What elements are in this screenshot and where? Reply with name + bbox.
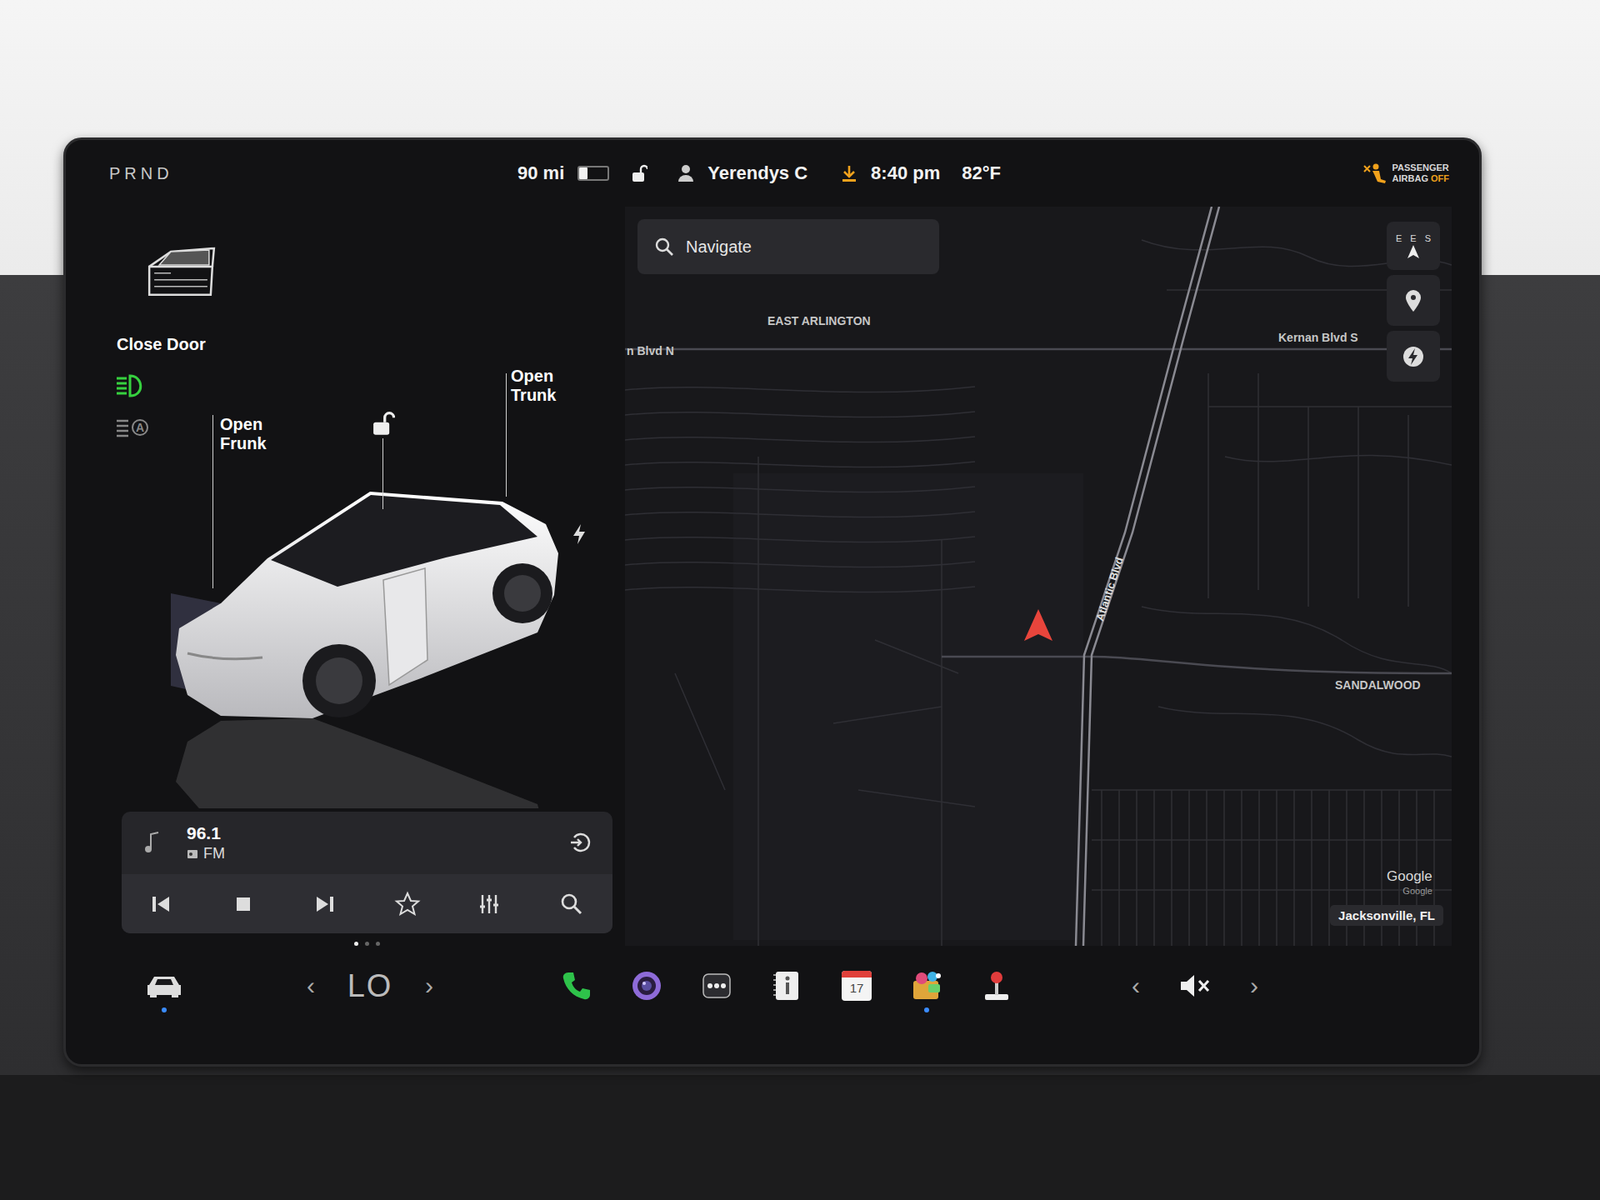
compass-button[interactable]: EES bbox=[1386, 221, 1440, 270]
search-icon bbox=[654, 236, 675, 257]
volume-down-button[interactable]: ‹ bbox=[1128, 973, 1144, 999]
charger-button[interactable] bbox=[1386, 330, 1440, 382]
toybox-icon bbox=[910, 969, 944, 1003]
temp-up-button[interactable]: › bbox=[421, 973, 437, 999]
lock-icon[interactable] bbox=[630, 164, 648, 183]
airbag-indicator: PASSENGERAIRBAG OFF bbox=[1362, 162, 1450, 185]
media-player: 96.1 FM bbox=[121, 811, 613, 934]
car-icon bbox=[145, 973, 183, 999]
car-door-icon[interactable] bbox=[145, 245, 218, 300]
app-button[interactable] bbox=[903, 962, 950, 1010]
climate-control: ‹ LO › bbox=[303, 962, 437, 1010]
pin-icon bbox=[1404, 289, 1423, 313]
temperature-text: 82°F bbox=[961, 162, 1001, 185]
equalizer-icon[interactable] bbox=[475, 890, 504, 919]
location-badge: Jacksonville, FL bbox=[1330, 905, 1444, 926]
high-beam-icon bbox=[115, 416, 132, 439]
previous-icon[interactable] bbox=[146, 890, 175, 919]
app-button[interactable] bbox=[763, 962, 810, 1010]
camera-icon bbox=[630, 969, 664, 1003]
map[interactable]: Navigate EAST ARLINGTON n Blvd N Kernan Blv… bbox=[625, 206, 1452, 946]
page-dot[interactable] bbox=[375, 941, 380, 946]
navigate-search[interactable]: Navigate bbox=[637, 219, 940, 275]
vehicle-area: AOpen FrunkOpen Trunk bbox=[65, 373, 625, 805]
user-icon[interactable] bbox=[677, 164, 695, 183]
airbag-icon bbox=[1362, 162, 1388, 185]
next-icon[interactable] bbox=[310, 890, 340, 919]
app-button[interactable] bbox=[973, 962, 1020, 1010]
page-dots bbox=[121, 941, 613, 946]
map-label: n Blvd N bbox=[626, 343, 675, 359]
car-button[interactable] bbox=[145, 962, 184, 1010]
charge-port-icon[interactable] bbox=[570, 523, 588, 545]
map-label: Kernan Blvd S bbox=[1278, 330, 1359, 345]
touch-screen: PRND90 mi Yerendys C 8:40 pm 82°F PASSENGERA… bbox=[63, 137, 1482, 1067]
page-dot[interactable] bbox=[365, 941, 370, 946]
car-lock-icon[interactable] bbox=[370, 410, 395, 436]
photo-backdrop: PRND90 mi Yerendys C 8:40 pm 82°F PASSENGERA… bbox=[0, 0, 1600, 1200]
star-icon[interactable] bbox=[393, 890, 422, 919]
speaker-muted-icon[interactable] bbox=[1178, 971, 1212, 1000]
map-label: SANDALWOOD bbox=[1335, 677, 1421, 693]
open-trunk-button[interactable]: Open Trunk bbox=[510, 366, 556, 405]
more-apps-icon bbox=[700, 969, 734, 1003]
position-arrow-icon bbox=[1022, 607, 1055, 643]
dock: ‹LO›17‹› bbox=[65, 945, 1480, 1065]
app-button[interactable] bbox=[623, 962, 670, 1010]
map-label: EAST ARLINGTON bbox=[767, 313, 871, 329]
temp-down-button[interactable]: ‹ bbox=[303, 973, 319, 999]
station-info: 96.1 FM bbox=[186, 822, 225, 863]
phone-icon bbox=[560, 969, 594, 1003]
close-door-button[interactable]: Close Door bbox=[116, 334, 625, 355]
open-frunk-button[interactable]: Open Frunk bbox=[220, 415, 267, 454]
headlight-icon[interactable] bbox=[115, 373, 147, 399]
volume-control: ‹› bbox=[1128, 962, 1262, 1010]
airbag-text: PASSENGERAIRBAG OFF bbox=[1392, 162, 1450, 185]
page-dot[interactable] bbox=[354, 941, 359, 946]
battery-icon bbox=[577, 165, 610, 181]
pin-button[interactable] bbox=[1386, 275, 1440, 326]
volume-up-button[interactable]: › bbox=[1246, 973, 1262, 999]
gear-indicator: PRND bbox=[109, 164, 518, 184]
media-controls bbox=[121, 874, 613, 934]
auto-high-beam-button[interactable]: A bbox=[115, 415, 149, 440]
manual-icon bbox=[770, 969, 804, 1003]
driver-name[interactable]: Yerendys C bbox=[707, 162, 808, 185]
app-button[interactable] bbox=[693, 962, 740, 1010]
car-model-icon bbox=[170, 486, 559, 809]
status-group: 90 mi Yerendys C 8:40 pm 82°F bbox=[517, 162, 1001, 185]
calendar-icon: 17 bbox=[841, 970, 872, 1001]
download-icon[interactable] bbox=[840, 164, 858, 183]
charger-icon bbox=[1401, 345, 1425, 369]
light-controls: A bbox=[65, 373, 149, 805]
search-icon[interactable] bbox=[557, 890, 586, 919]
app-button[interactable] bbox=[553, 962, 600, 1010]
map-roads bbox=[625, 206, 1452, 946]
music-note-icon bbox=[143, 830, 164, 855]
car-panel: Close DoorAOpen FrunkOpen Trunk96.1 FM bbox=[65, 206, 625, 946]
clock-text: 8:40 pm bbox=[870, 162, 940, 185]
now-playing[interactable]: 96.1 FM bbox=[121, 811, 613, 875]
map-attribution: GoogleGoogle bbox=[1386, 868, 1433, 897]
car-diagram: Open FrunkOpen Trunk bbox=[148, 373, 625, 805]
range-text: 90 mi bbox=[517, 162, 565, 185]
map-controls: EES bbox=[1386, 221, 1440, 382]
radio-icon bbox=[186, 847, 199, 860]
stop-icon[interactable] bbox=[229, 890, 258, 919]
app-button[interactable]: 17 bbox=[833, 962, 880, 1010]
main-area: Close DoorAOpen FrunkOpen Trunk96.1 FMNa… bbox=[65, 206, 1480, 946]
status-bar: PRND90 mi Yerendys C 8:40 pm 82°F PASSENGERA… bbox=[65, 140, 1480, 207]
cabin-temperature[interactable]: LO bbox=[347, 968, 394, 1005]
joystick-icon bbox=[980, 969, 1014, 1003]
source-icon[interactable] bbox=[569, 830, 593, 855]
app-launcher: 17 bbox=[553, 962, 1020, 1010]
compass-arrow-icon bbox=[1406, 244, 1420, 260]
